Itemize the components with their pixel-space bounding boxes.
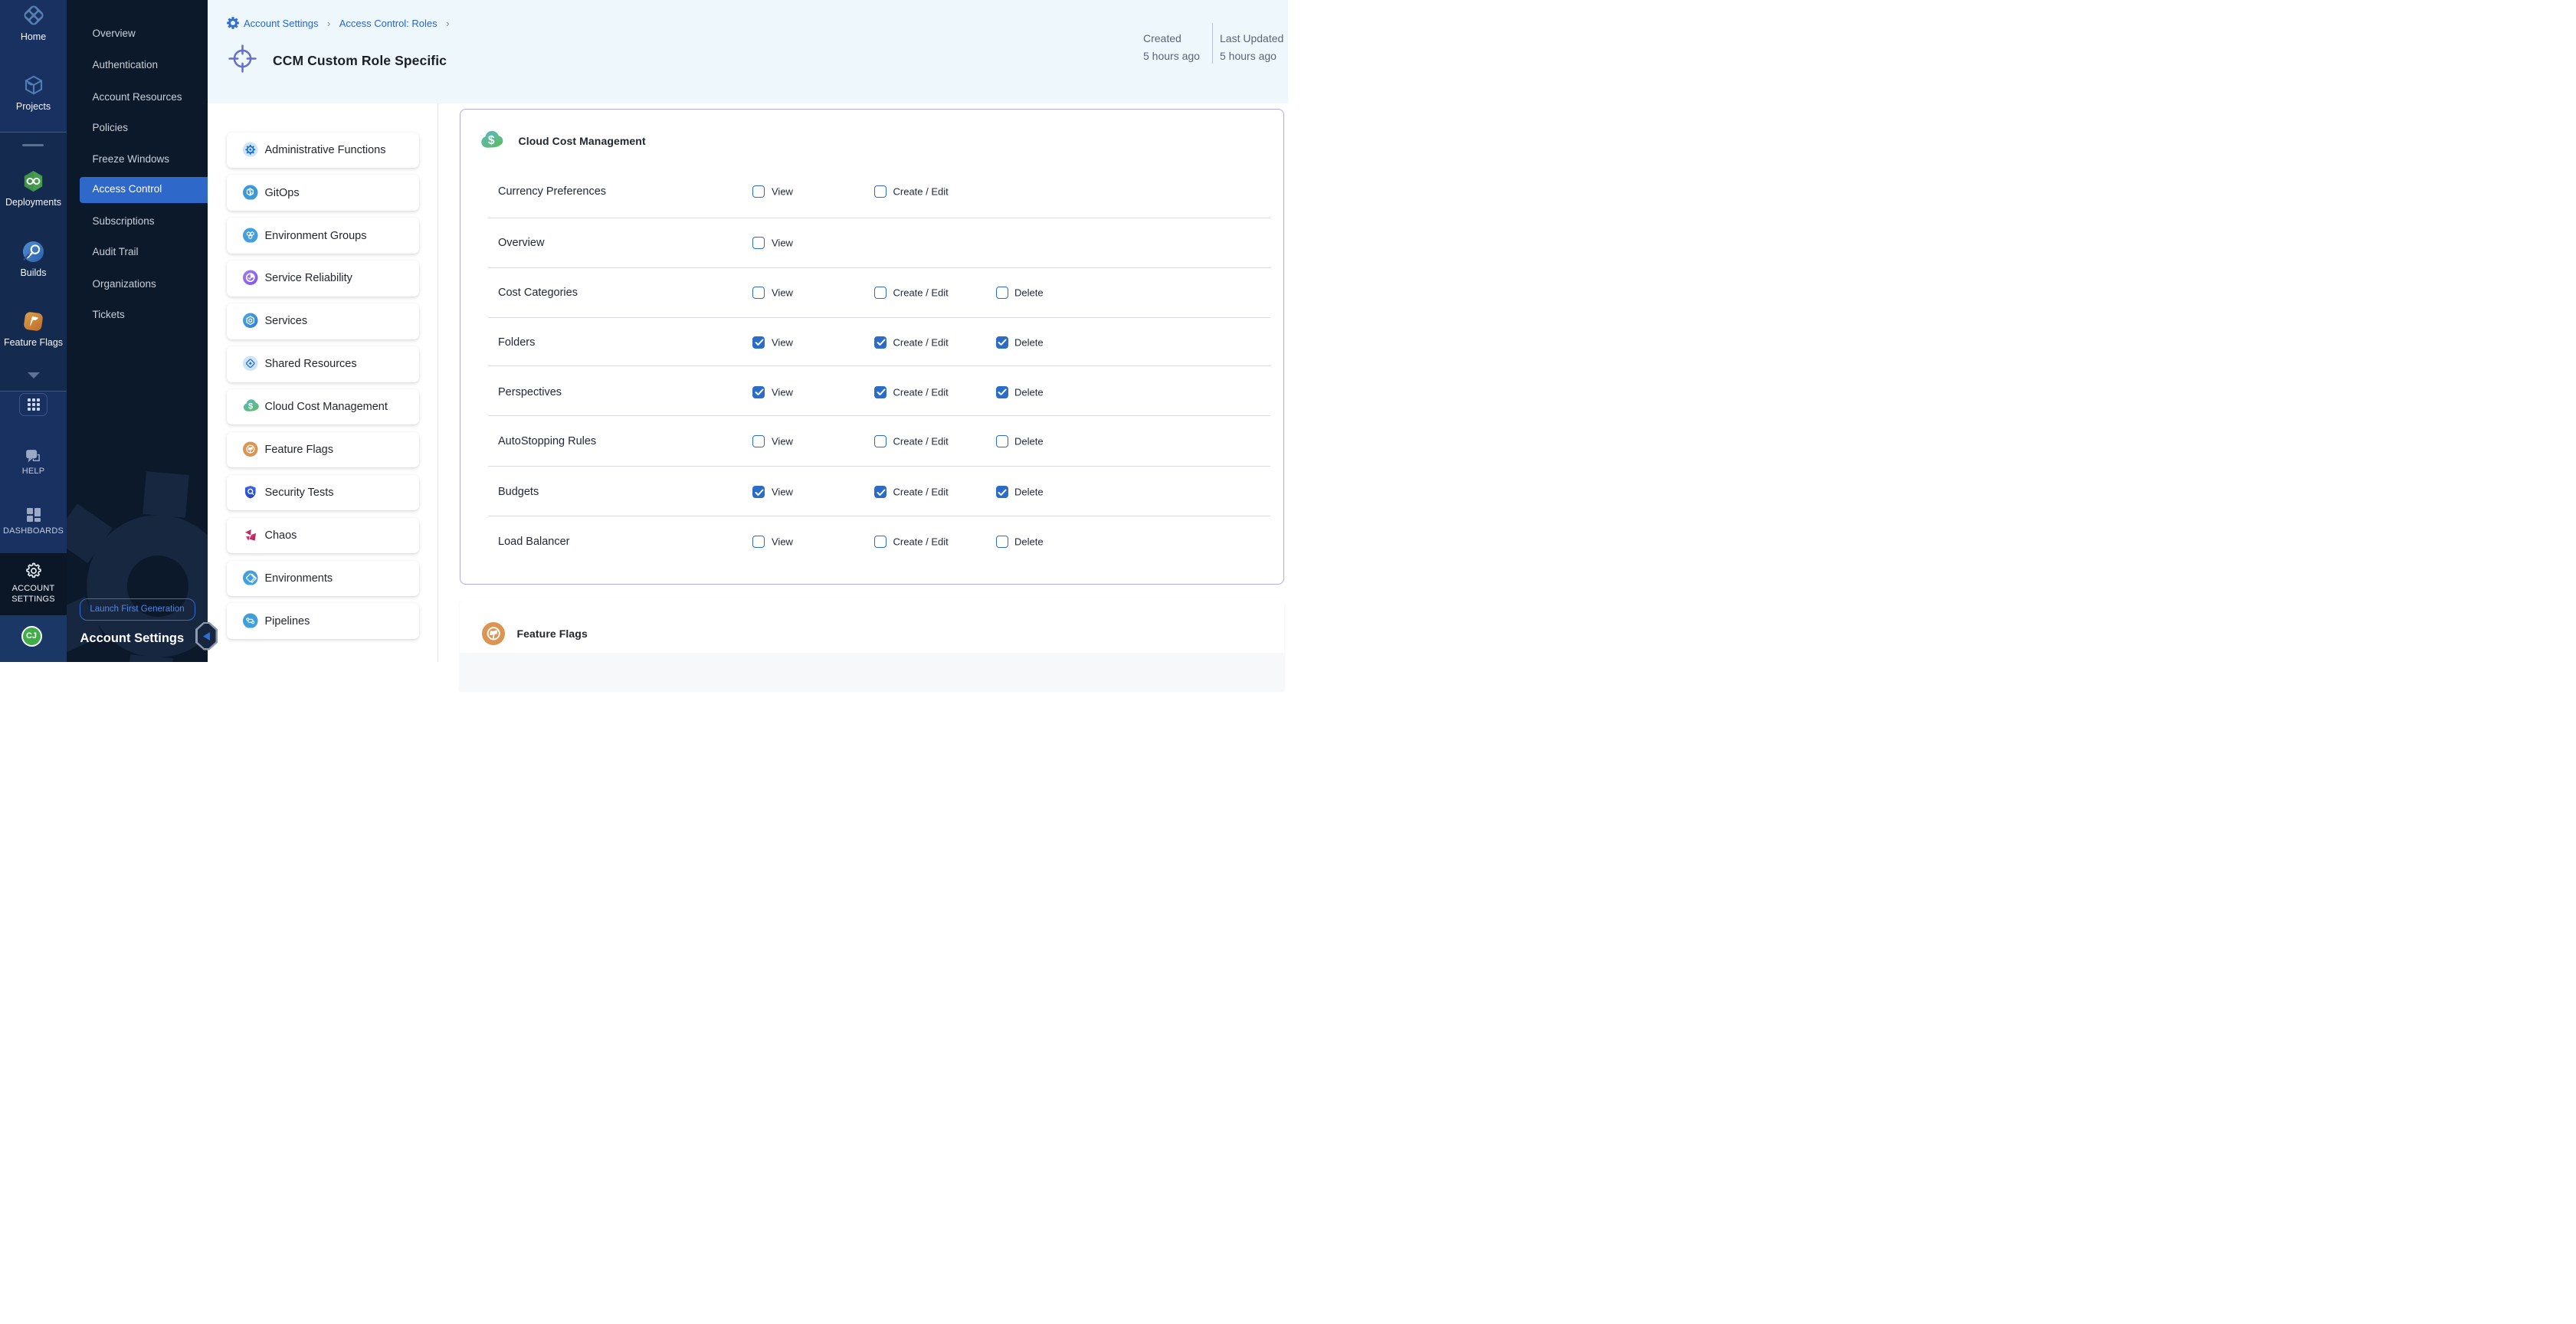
svg-text:$: $: [248, 402, 253, 411]
svg-text:?: ?: [29, 451, 33, 458]
svg-text:$: $: [487, 134, 494, 147]
